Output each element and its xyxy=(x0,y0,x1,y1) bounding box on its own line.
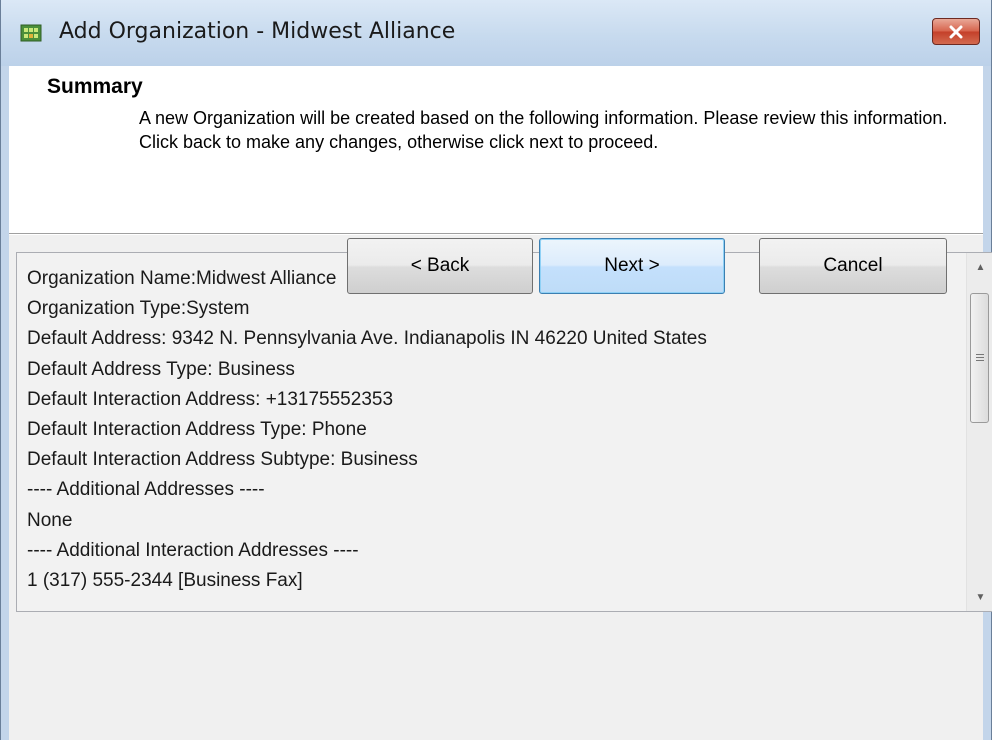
summary-line-additional-interaction-value: 1 (317) 555-2344 [Business Fax] xyxy=(27,570,303,592)
app-icon xyxy=(20,24,42,42)
cancel-button[interactable]: Cancel xyxy=(759,238,947,294)
wizard-body: Organization Name:Midwest Alliance Organ… xyxy=(9,235,992,740)
arrow-up-icon: ▲ xyxy=(975,261,986,273)
summary-line-interaction-address-type: Default Interaction Address Type: Phone xyxy=(27,419,367,441)
scroll-down-button[interactable]: ▼ xyxy=(967,583,992,611)
summary-line-additional-interaction-heading: ---- Additional Interaction Addresses --… xyxy=(27,539,359,561)
summary-line-default-address-type: Default Address Type: Business xyxy=(27,358,295,380)
dialog-window: Add Organization - Midwest Alliance Summ… xyxy=(0,0,992,740)
summary-line-additional-addresses-value: None xyxy=(27,509,73,531)
summary-text: Organization Name:Midwest Alliance Organ… xyxy=(27,264,957,596)
summary-line-default-interaction-address: Default Interaction Address: +1317555235… xyxy=(27,388,394,410)
close-button[interactable] xyxy=(932,18,980,45)
grip-icon xyxy=(975,353,984,363)
summary-line-additional-addresses-heading: ---- Additional Addresses ---- xyxy=(27,479,265,501)
scroll-up-button[interactable]: ▲ xyxy=(967,253,992,281)
page-title: Summary xyxy=(47,75,143,98)
title-bar[interactable]: Add Organization - Midwest Alliance xyxy=(1,0,991,66)
wizard-header: Summary A new Organization will be creat… xyxy=(9,66,983,233)
arrow-down-icon: ▼ xyxy=(975,591,986,603)
vertical-scrollbar[interactable]: ▲ ▼ xyxy=(966,253,992,611)
window-title: Add Organization - Midwest Alliance xyxy=(59,19,456,44)
page-description: A new Organization will be created based… xyxy=(139,108,948,152)
summary-line-organization-type: Organization Type:System xyxy=(27,298,250,320)
summary-line-interaction-address-subtype: Default Interaction Address Subtype: Bus… xyxy=(27,449,418,471)
dialog-client-area: Summary A new Organization will be creat… xyxy=(9,66,992,740)
summary-line-default-address: Default Address: 9342 N. Pennsylvania Av… xyxy=(27,328,707,350)
close-icon xyxy=(949,25,963,38)
next-button[interactable]: Next > xyxy=(539,238,725,294)
scrollbar-thumb[interactable] xyxy=(970,293,989,423)
summary-textbox[interactable]: Organization Name:Midwest Alliance Organ… xyxy=(16,252,992,612)
back-button[interactable]: < Back xyxy=(347,238,533,294)
